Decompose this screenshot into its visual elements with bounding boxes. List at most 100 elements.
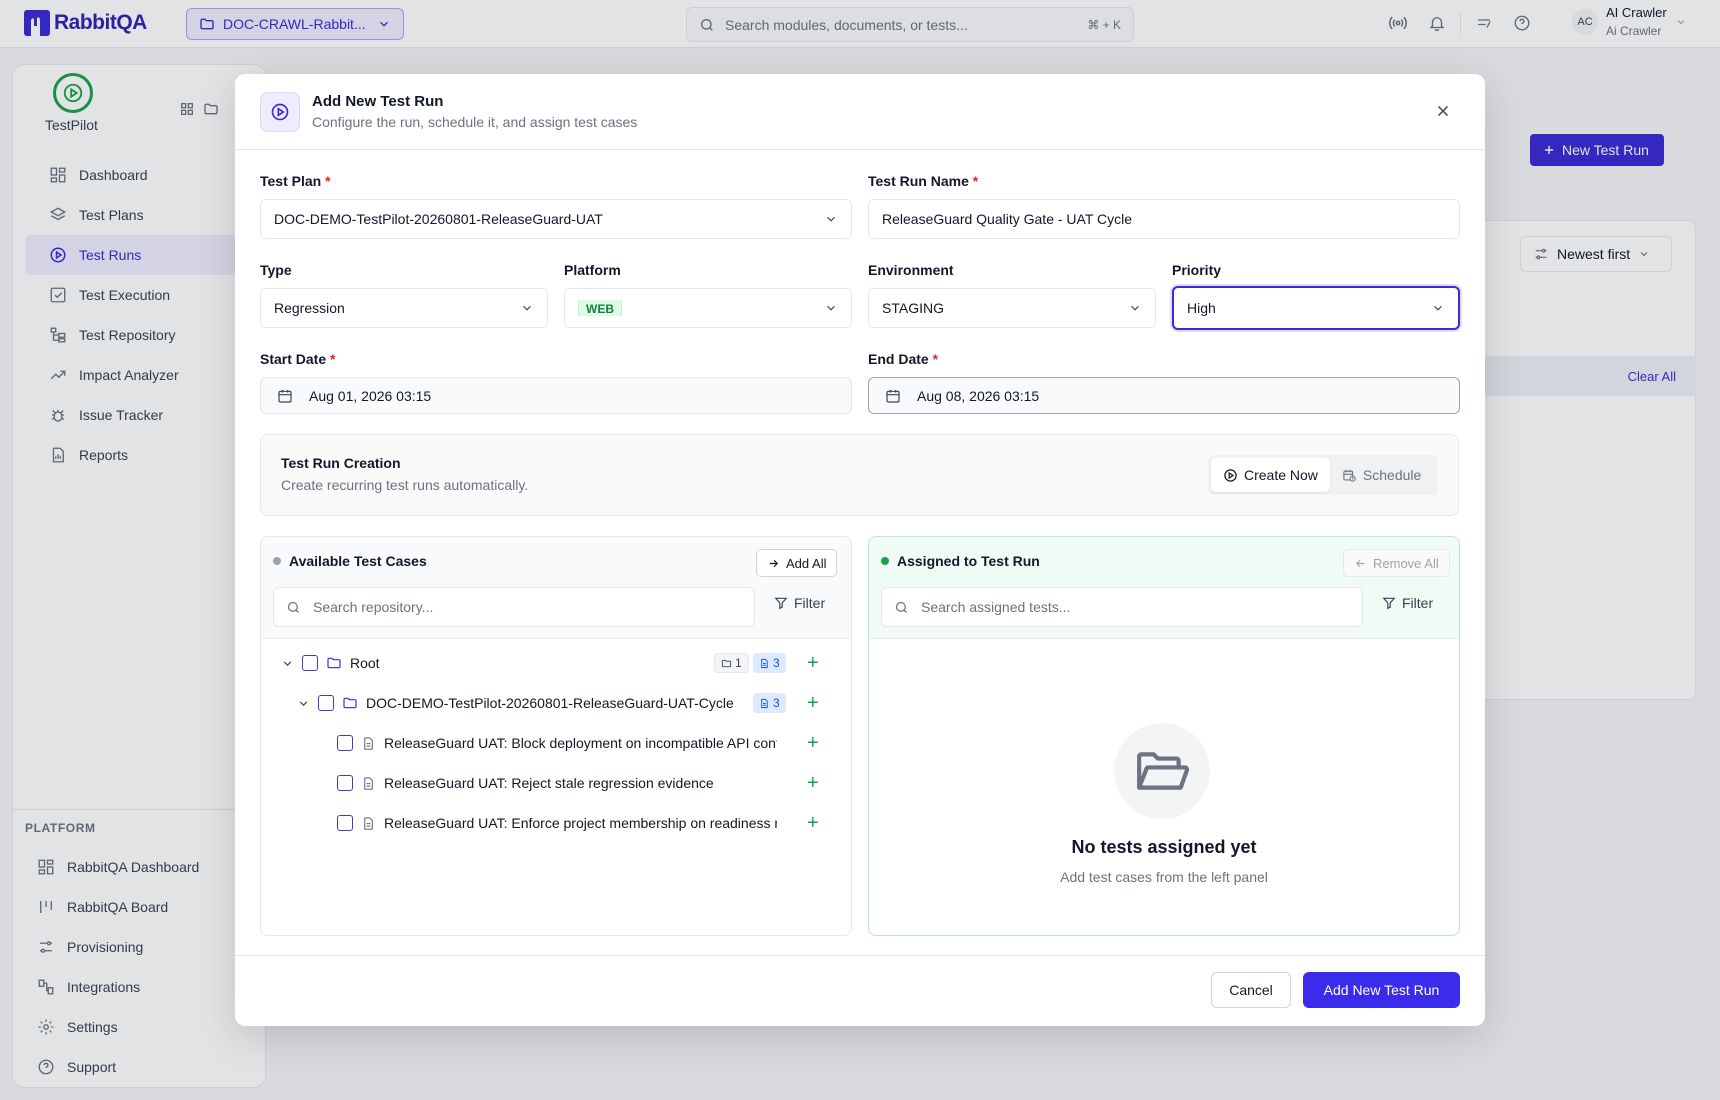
status-dot <box>273 557 281 565</box>
play-circle-icon <box>1223 468 1238 483</box>
test-case-row[interactable]: ReleaseGuard UAT: Enforce project member… <box>337 811 777 835</box>
chevron-down-icon <box>1431 301 1445 315</box>
start-date-value: Aug 01, 2026 03:15 <box>309 387 432 404</box>
end-date-value: Aug 08, 2026 03:15 <box>917 387 1040 404</box>
document-icon <box>361 736 376 751</box>
folder-icon <box>342 695 358 711</box>
arrow-right-icon <box>767 557 780 570</box>
test-case-label: ReleaseGuard UAT: Reject stale regressio… <box>384 775 714 791</box>
test-run-name-label: Test Run Name * <box>868 173 979 189</box>
cancel-button[interactable]: Cancel <box>1211 972 1291 1008</box>
platform-badge: WEB <box>578 300 622 316</box>
folder-label: DOC-DEMO-TestPilot-20260801-ReleaseGuard… <box>366 695 734 711</box>
assigned-filter-button[interactable]: Filter <box>1382 595 1433 611</box>
root-label: Root <box>350 655 380 671</box>
add-test-case-icon[interactable]: + <box>807 813 819 833</box>
play-circle-icon <box>260 92 300 132</box>
priority-label: Priority <box>1172 262 1222 278</box>
add-test-case-icon[interactable]: + <box>807 773 819 793</box>
available-filter-button[interactable]: Filter <box>774 595 825 611</box>
type-select[interactable]: Regression <box>260 288 548 328</box>
modal-footer: Cancel Add New Test Run <box>235 955 1485 1026</box>
test-run-creation-section: Test Run Creation Create recurring test … <box>260 434 1459 516</box>
available-title: Available Test Cases <box>273 553 427 569</box>
assigned-test-cases-panel: Assigned to Test Run Remove All Search a… <box>868 536 1460 936</box>
priority-select[interactable]: High <box>1172 286 1460 330</box>
folder-checkbox[interactable] <box>318 695 334 711</box>
environment-label: Environment <box>868 262 954 278</box>
chevron-down-icon[interactable] <box>297 697 310 710</box>
test-case-label: ReleaseGuard UAT: Block deployment on in… <box>384 735 777 751</box>
end-date-picker[interactable]: Aug 08, 2026 03:15 <box>868 377 1460 414</box>
test-case-checkbox[interactable] <box>337 775 353 791</box>
calendar-icon <box>885 388 901 404</box>
search-icon <box>286 600 301 615</box>
test-case-checkbox[interactable] <box>337 735 353 751</box>
case-count-badge: 3 <box>753 693 786 713</box>
empty-state: No tests assigned yet Add test cases fro… <box>869 639 1459 935</box>
creation-subtitle: Create recurring test runs automatically… <box>281 477 529 493</box>
available-test-cases-panel: Available Test Cases Add All Search repo… <box>260 536 852 936</box>
test-case-row[interactable]: ReleaseGuard UAT: Reject stale regressio… <box>337 771 777 795</box>
assigned-title: Assigned to Test Run <box>881 553 1040 569</box>
empty-subtitle: Add test cases from the left panel <box>1060 869 1268 885</box>
modal-subtitle: Configure the run, schedule it, and assi… <box>312 114 638 130</box>
add-folder-icon[interactable]: + <box>807 693 819 713</box>
modal-header: Add New Test Run Configure the run, sche… <box>235 74 1485 150</box>
document-icon <box>759 698 770 709</box>
empty-title: No tests assigned yet <box>1071 837 1257 857</box>
creation-mode-toggle: Create Now Schedule <box>1208 455 1438 495</box>
test-case-checkbox[interactable] <box>337 815 353 831</box>
chevron-down-icon <box>824 301 838 315</box>
test-case-label: ReleaseGuard UAT: Enforce project member… <box>384 815 777 831</box>
document-icon <box>361 776 376 791</box>
folder-count-badge: 1 <box>714 653 749 673</box>
add-test-case-icon[interactable]: + <box>807 733 819 753</box>
folder-open-icon <box>1114 723 1210 819</box>
arrow-left-icon <box>1354 557 1367 570</box>
case-count-badge: 3 <box>753 653 786 673</box>
assigned-search-input[interactable]: Search assigned tests... <box>881 587 1363 627</box>
filter-icon <box>774 596 788 610</box>
creation-title: Test Run Creation <box>281 455 401 471</box>
document-icon <box>361 816 376 831</box>
modal-title: Add New Test Run <box>312 93 444 110</box>
repository-search-input[interactable]: Search repository... <box>273 587 755 627</box>
chevron-down-icon <box>1128 301 1142 315</box>
priority-value: High <box>1187 300 1216 316</box>
add-all-button[interactable]: Add All <box>756 549 838 577</box>
chevron-down-icon <box>520 301 534 315</box>
test-run-name-value: ReleaseGuard Quality Gate - UAT Cycle <box>882 211 1133 227</box>
folder-icon <box>721 658 732 669</box>
close-icon[interactable] <box>1434 102 1452 120</box>
chevron-down-icon <box>824 212 838 226</box>
add-root-icon[interactable]: + <box>807 653 819 673</box>
folder-icon <box>326 655 342 671</box>
type-label: Type <box>260 262 292 278</box>
start-date-picker[interactable]: Aug 01, 2026 03:15 <box>260 377 852 414</box>
remove-all-button[interactable]: Remove All <box>1343 549 1450 577</box>
calendar-icon <box>277 388 293 404</box>
chevron-down-icon[interactable] <box>281 657 294 670</box>
document-icon <box>759 658 770 669</box>
test-plan-label: Test Plan * <box>260 173 331 189</box>
start-date-label: Start Date * <box>260 351 336 367</box>
test-plan-select[interactable]: DOC-DEMO-TestPilot-20260801-ReleaseGuard… <box>260 199 852 239</box>
test-case-row[interactable]: ReleaseGuard UAT: Block deployment on in… <box>337 731 777 755</box>
calendar-clock-icon <box>1342 468 1357 483</box>
add-new-test-run-button[interactable]: Add New Test Run <box>1303 972 1460 1008</box>
root-checkbox[interactable] <box>302 655 318 671</box>
add-test-run-modal: Add New Test Run Configure the run, sche… <box>235 74 1485 1026</box>
environment-select[interactable]: STAGING <box>868 288 1156 328</box>
create-now-option[interactable]: Create Now <box>1211 458 1330 492</box>
search-icon <box>894 600 909 615</box>
platform-label: Platform <box>564 262 621 278</box>
type-value: Regression <box>274 300 345 316</box>
environment-value: STAGING <box>882 300 944 316</box>
filter-icon <box>1382 596 1396 610</box>
tree-node-folder[interactable]: DOC-DEMO-TestPilot-20260801-ReleaseGuard… <box>297 691 797 715</box>
status-dot <box>881 557 889 565</box>
platform-select[interactable]: WEB <box>564 288 852 328</box>
test-run-name-input[interactable]: ReleaseGuard Quality Gate - UAT Cycle <box>868 199 1460 239</box>
schedule-option[interactable]: Schedule <box>1330 458 1433 492</box>
